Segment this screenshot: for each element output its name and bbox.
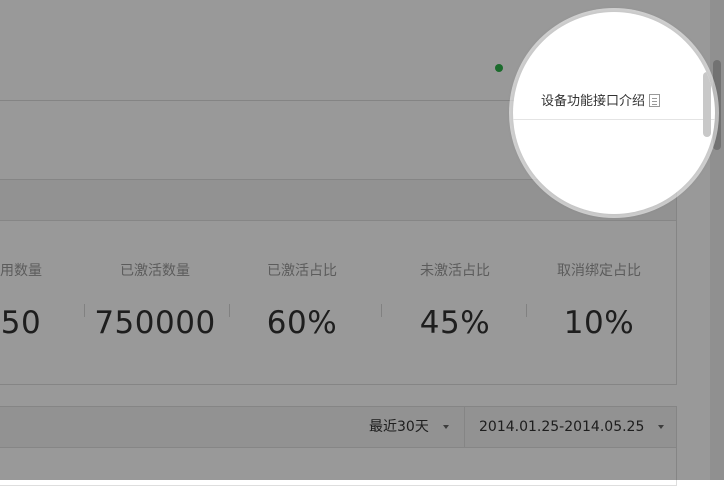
guide-spotlight: 设备功能接口介绍 <box>513 12 715 214</box>
device-api-intro-link[interactable]: 设备功能接口介绍 <box>541 90 661 109</box>
spotlight-divider <box>513 119 715 120</box>
spotlight-scrollbar-thumb <box>703 72 711 137</box>
document-icon <box>649 94 661 107</box>
device-api-intro-label: 设备功能接口介绍 <box>541 94 646 109</box>
